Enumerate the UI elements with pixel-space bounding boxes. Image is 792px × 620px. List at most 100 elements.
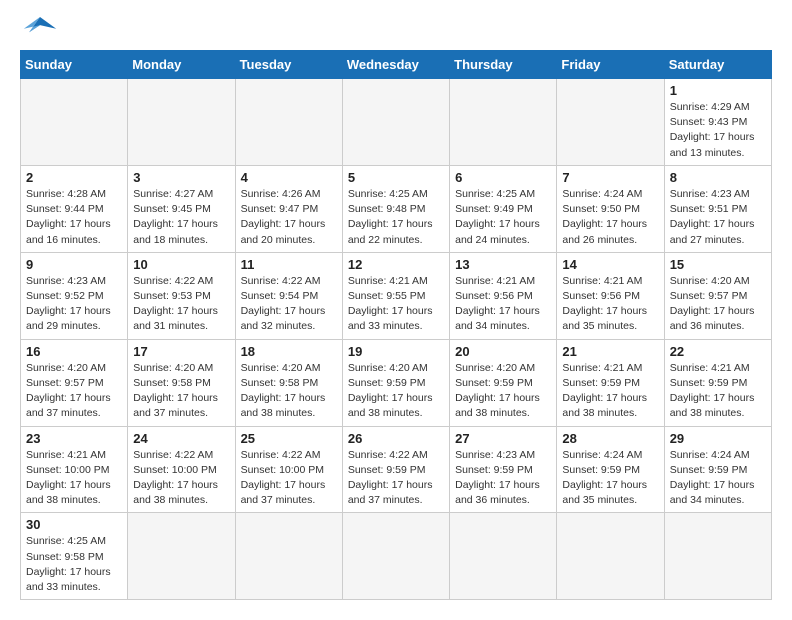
- weekday-header-row: SundayMondayTuesdayWednesdayThursdayFrid…: [21, 51, 772, 79]
- day-number: 20: [455, 344, 551, 359]
- day-number: 13: [455, 257, 551, 272]
- day-cell: 29 Sunrise: 4:24 AM Sunset: 9:59 PM Dayli…: [664, 426, 771, 513]
- day-cell: 20 Sunrise: 4:20 AM Sunset: 9:59 PM Dayli…: [450, 339, 557, 426]
- day-number: 15: [670, 257, 766, 272]
- day-cell: 18 Sunrise: 4:20 AM Sunset: 9:58 PM Dayli…: [235, 339, 342, 426]
- day-info: Sunrise: 4:21 AM Sunset: 9:55 PM Dayligh…: [348, 274, 444, 335]
- day-cell: [128, 79, 235, 166]
- day-info: Sunrise: 4:20 AM Sunset: 9:59 PM Dayligh…: [455, 361, 551, 422]
- day-cell: 25 Sunrise: 4:22 AM Sunset: 10:00 PM Dayl…: [235, 426, 342, 513]
- day-info: Sunrise: 4:23 AM Sunset: 9:51 PM Dayligh…: [670, 187, 766, 248]
- day-info: Sunrise: 4:22 AM Sunset: 10:00 PM Daylig…: [241, 448, 337, 509]
- day-info: Sunrise: 4:23 AM Sunset: 9:59 PM Dayligh…: [455, 448, 551, 509]
- day-info: Sunrise: 4:27 AM Sunset: 9:45 PM Dayligh…: [133, 187, 229, 248]
- week-row-1: 1 Sunrise: 4:29 AM Sunset: 9:43 PM Daylig…: [21, 79, 772, 166]
- logo-bird-icon: [22, 12, 58, 40]
- day-number: 12: [348, 257, 444, 272]
- day-info: Sunrise: 4:23 AM Sunset: 9:52 PM Dayligh…: [26, 274, 122, 335]
- day-cell: 10 Sunrise: 4:22 AM Sunset: 9:53 PM Dayli…: [128, 252, 235, 339]
- day-number: 11: [241, 257, 337, 272]
- day-number: 18: [241, 344, 337, 359]
- day-cell: 3 Sunrise: 4:27 AM Sunset: 9:45 PM Daylig…: [128, 165, 235, 252]
- day-cell: [235, 513, 342, 600]
- day-cell: 12 Sunrise: 4:21 AM Sunset: 9:55 PM Dayli…: [342, 252, 449, 339]
- day-number: 7: [562, 170, 658, 185]
- day-info: Sunrise: 4:22 AM Sunset: 9:53 PM Dayligh…: [133, 274, 229, 335]
- day-info: Sunrise: 4:20 AM Sunset: 9:57 PM Dayligh…: [670, 274, 766, 335]
- day-info: Sunrise: 4:25 AM Sunset: 9:58 PM Dayligh…: [26, 534, 122, 595]
- day-info: Sunrise: 4:29 AM Sunset: 9:43 PM Dayligh…: [670, 100, 766, 161]
- day-number: 29: [670, 431, 766, 446]
- week-row-3: 9Sunrise: 4:23 AM Sunset: 9:52 PM Daylig…: [21, 252, 772, 339]
- day-cell: [342, 79, 449, 166]
- day-info: Sunrise: 4:21 AM Sunset: 9:56 PM Dayligh…: [562, 274, 658, 335]
- weekday-header-wednesday: Wednesday: [342, 51, 449, 79]
- day-number: 21: [562, 344, 658, 359]
- day-cell: 7 Sunrise: 4:24 AM Sunset: 9:50 PM Daylig…: [557, 165, 664, 252]
- day-info: Sunrise: 4:20 AM Sunset: 9:58 PM Dayligh…: [133, 361, 229, 422]
- day-cell: 21 Sunrise: 4:21 AM Sunset: 9:59 PM Dayli…: [557, 339, 664, 426]
- day-info: Sunrise: 4:25 AM Sunset: 9:49 PM Dayligh…: [455, 187, 551, 248]
- week-row-2: 2 Sunrise: 4:28 AM Sunset: 9:44 PM Daylig…: [21, 165, 772, 252]
- day-info: Sunrise: 4:21 AM Sunset: 10:00 PM Daylig…: [26, 448, 122, 509]
- day-cell: [21, 79, 128, 166]
- day-cell: 5 Sunrise: 4:25 AM Sunset: 9:48 PM Daylig…: [342, 165, 449, 252]
- day-cell: 22Sunrise: 4:21 AM Sunset: 9:59 PM Dayli…: [664, 339, 771, 426]
- day-info: Sunrise: 4:24 AM Sunset: 9:59 PM Dayligh…: [670, 448, 766, 509]
- day-cell: [450, 513, 557, 600]
- day-cell: 2 Sunrise: 4:28 AM Sunset: 9:44 PM Daylig…: [21, 165, 128, 252]
- day-cell: 6 Sunrise: 4:25 AM Sunset: 9:49 PM Daylig…: [450, 165, 557, 252]
- day-info: Sunrise: 4:22 AM Sunset: 10:00 PM Daylig…: [133, 448, 229, 509]
- calendar-table: SundayMondayTuesdayWednesdayThursdayFrid…: [20, 50, 772, 600]
- day-cell: [235, 79, 342, 166]
- day-number: 16: [26, 344, 122, 359]
- day-cell: 26Sunrise: 4:22 AM Sunset: 9:59 PM Dayli…: [342, 426, 449, 513]
- day-info: Sunrise: 4:28 AM Sunset: 9:44 PM Dayligh…: [26, 187, 122, 248]
- day-cell: 1 Sunrise: 4:29 AM Sunset: 9:43 PM Daylig…: [664, 79, 771, 166]
- day-info: Sunrise: 4:24 AM Sunset: 9:59 PM Dayligh…: [562, 448, 658, 509]
- day-number: 24: [133, 431, 229, 446]
- day-cell: 19Sunrise: 4:20 AM Sunset: 9:59 PM Dayli…: [342, 339, 449, 426]
- day-number: 22: [670, 344, 766, 359]
- week-row-6: 30 Sunrise: 4:25 AM Sunset: 9:58 PM Dayli…: [21, 513, 772, 600]
- day-info: Sunrise: 4:25 AM Sunset: 9:48 PM Dayligh…: [348, 187, 444, 248]
- day-info: Sunrise: 4:20 AM Sunset: 9:58 PM Dayligh…: [241, 361, 337, 422]
- day-number: 30: [26, 517, 122, 532]
- day-number: 26: [348, 431, 444, 446]
- day-number: 5: [348, 170, 444, 185]
- day-cell: 9Sunrise: 4:23 AM Sunset: 9:52 PM Daylig…: [21, 252, 128, 339]
- weekday-header-monday: Monday: [128, 51, 235, 79]
- day-cell: 13 Sunrise: 4:21 AM Sunset: 9:56 PM Dayli…: [450, 252, 557, 339]
- day-info: Sunrise: 4:21 AM Sunset: 9:59 PM Dayligh…: [562, 361, 658, 422]
- day-number: 14: [562, 257, 658, 272]
- day-number: 3: [133, 170, 229, 185]
- day-info: Sunrise: 4:22 AM Sunset: 9:54 PM Dayligh…: [241, 274, 337, 335]
- day-number: 1: [670, 83, 766, 98]
- day-number: 27: [455, 431, 551, 446]
- day-number: 19: [348, 344, 444, 359]
- day-cell: 17Sunrise: 4:20 AM Sunset: 9:58 PM Dayli…: [128, 339, 235, 426]
- day-number: 25: [241, 431, 337, 446]
- day-number: 2: [26, 170, 122, 185]
- day-cell: 30 Sunrise: 4:25 AM Sunset: 9:58 PM Dayli…: [21, 513, 128, 600]
- week-row-4: 16Sunrise: 4:20 AM Sunset: 9:57 PM Dayli…: [21, 339, 772, 426]
- day-cell: 14 Sunrise: 4:21 AM Sunset: 9:56 PM Dayli…: [557, 252, 664, 339]
- day-info: Sunrise: 4:21 AM Sunset: 9:56 PM Dayligh…: [455, 274, 551, 335]
- day-info: Sunrise: 4:24 AM Sunset: 9:50 PM Dayligh…: [562, 187, 658, 248]
- day-cell: [557, 79, 664, 166]
- day-cell: [450, 79, 557, 166]
- day-cell: [664, 513, 771, 600]
- day-cell: 11 Sunrise: 4:22 AM Sunset: 9:54 PM Dayli…: [235, 252, 342, 339]
- day-cell: 15 Sunrise: 4:20 AM Sunset: 9:57 PM Dayli…: [664, 252, 771, 339]
- day-number: 6: [455, 170, 551, 185]
- day-cell: [342, 513, 449, 600]
- day-number: 10: [133, 257, 229, 272]
- day-cell: 23 Sunrise: 4:21 AM Sunset: 10:00 PM Dayl…: [21, 426, 128, 513]
- header: [20, 20, 772, 40]
- day-number: 23: [26, 431, 122, 446]
- weekday-header-saturday: Saturday: [664, 51, 771, 79]
- day-cell: 27 Sunrise: 4:23 AM Sunset: 9:59 PM Dayli…: [450, 426, 557, 513]
- day-cell: [128, 513, 235, 600]
- day-cell: [557, 513, 664, 600]
- weekday-header-sunday: Sunday: [21, 51, 128, 79]
